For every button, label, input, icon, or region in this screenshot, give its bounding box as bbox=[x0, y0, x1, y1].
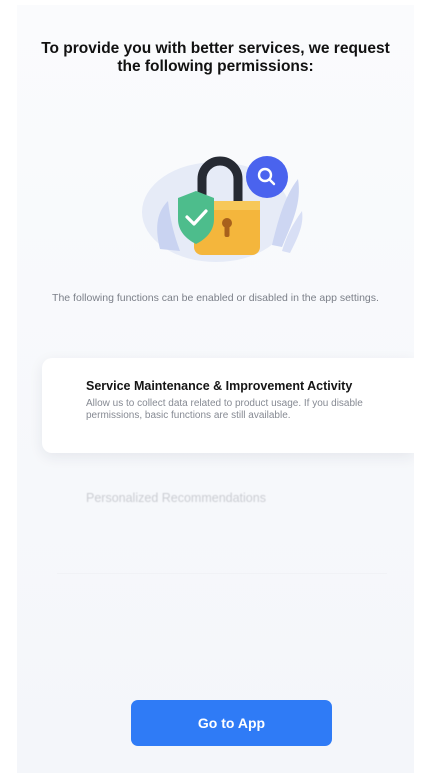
permission-description: Allow us to collect data related to prod… bbox=[86, 398, 363, 421]
search-badge-icon bbox=[246, 156, 288, 198]
permission-card-personalized-recommendations[interactable]: Personalized Recommendations bbox=[57, 475, 387, 574]
page-title: To provide you with better services, we … bbox=[41, 40, 390, 75]
permission-title: Personalized Recommendations bbox=[86, 491, 266, 505]
permission-title: Service Maintenance & Improvement Activi… bbox=[86, 379, 353, 393]
permission-card-service-maintenance[interactable]: Service Maintenance & Improvement Activi… bbox=[42, 358, 414, 453]
intro-note: The following functions can be enabled o… bbox=[52, 292, 379, 304]
go-to-app-button[interactable]: Go to App bbox=[131, 700, 332, 746]
permissions-screen: To provide you with better services, we … bbox=[17, 5, 414, 773]
lock-shield-illustration bbox=[142, 156, 303, 262]
